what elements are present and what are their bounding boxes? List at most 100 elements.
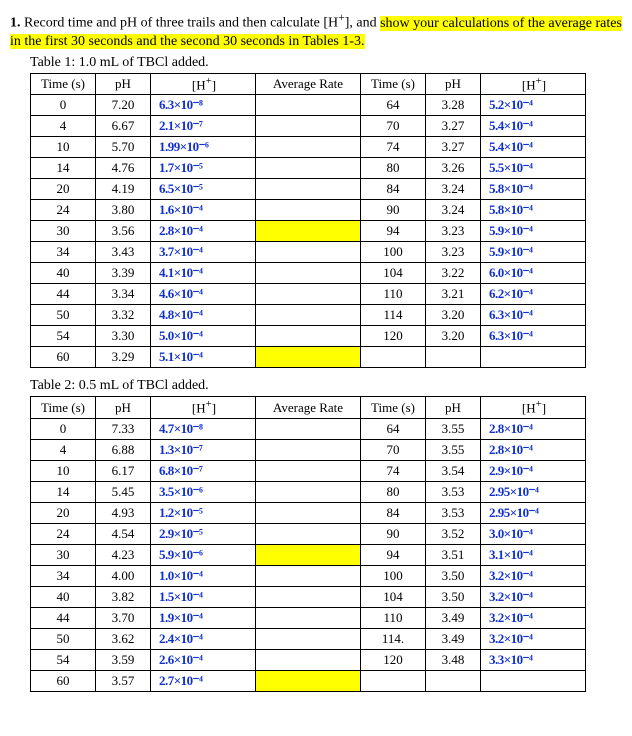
cell-ph: 3.70	[96, 607, 151, 628]
cell-time: 10	[31, 460, 96, 481]
cell-time: 90	[361, 200, 426, 221]
cell-time: 24	[31, 200, 96, 221]
cell-h-handwritten: 5.8×10⁻⁴	[481, 200, 586, 221]
cell-h-handwritten: 6.3×10⁻⁸	[151, 95, 256, 116]
cell-rate	[256, 347, 361, 368]
table-row: 403.821.5×10⁻⁴1043.503.2×10⁻⁴	[31, 586, 586, 607]
cell-h-handwritten: 6.5×10⁻⁵	[151, 179, 256, 200]
table1: Time (s) pH [H+] Average Rate Time (s) p…	[30, 73, 586, 368]
col-h: [H+]	[151, 397, 256, 418]
cell-h-handwritten: 3.2×10⁻⁴	[481, 586, 586, 607]
cell-time: 54	[31, 649, 96, 670]
cell-h-handwritten: 2.7×10⁻⁴	[151, 670, 256, 691]
cell-rate	[256, 544, 361, 565]
cell-ph: 3.59	[96, 649, 151, 670]
cell-ph: 3.50	[426, 586, 481, 607]
cell-rate	[256, 200, 361, 221]
cell-time: 30	[31, 221, 96, 242]
cell-time: 114	[361, 305, 426, 326]
table-row: 344.001.0×10⁻⁴1003.503.2×10⁻⁴	[31, 565, 586, 586]
cell-rate	[256, 242, 361, 263]
cell-h-handwritten: 2.8×10⁻⁴	[481, 418, 586, 439]
cell-h-handwritten: 1.99×10⁻⁶	[151, 137, 256, 158]
cell-h-handwritten: 3.0×10⁻⁴	[481, 523, 586, 544]
col-rate: Average Rate	[256, 74, 361, 95]
cell-h-handwritten: 5.1×10⁻⁴	[151, 347, 256, 368]
table-row: 503.622.4×10⁻⁴114.3.493.2×10⁻⁴	[31, 628, 586, 649]
cell-ph: 3.52	[426, 523, 481, 544]
cell-ph: 3.21	[426, 284, 481, 305]
cell-h-handwritten: 5.9×10⁻⁴	[481, 242, 586, 263]
cell-h-handwritten: 6.2×10⁻⁴	[481, 284, 586, 305]
cell-h-handwritten: 5.9×10⁻⁴	[481, 221, 586, 242]
cell-empty	[481, 670, 586, 691]
table-row: 243.801.6×10⁻⁴903.245.8×10⁻⁴	[31, 200, 586, 221]
cell-ph: 4.19	[96, 179, 151, 200]
table-row: 46.672.1×10⁻⁷703.275.4×10⁻⁴	[31, 116, 586, 137]
table-row: 145.453.5×10⁻⁶803.532.95×10⁻⁴	[31, 481, 586, 502]
cell-time: 110	[361, 607, 426, 628]
cell-h-handwritten: 3.5×10⁻⁶	[151, 481, 256, 502]
cell-rate	[256, 502, 361, 523]
table-row: 204.196.5×10⁻⁵843.245.8×10⁻⁴	[31, 179, 586, 200]
cell-ph: 3.55	[426, 418, 481, 439]
cell-time: 40	[31, 263, 96, 284]
col-time: Time (s)	[361, 74, 426, 95]
cell-h-handwritten: 3.2×10⁻⁴	[481, 607, 586, 628]
cell-ph: 3.20	[426, 326, 481, 347]
question-prompt: 1. Record time and pH of three trails an…	[10, 10, 622, 51]
cell-time: 20	[31, 179, 96, 200]
col-h: [H+]	[481, 397, 586, 418]
table-row: 403.394.1×10⁻⁴1043.226.0×10⁻⁴	[31, 263, 586, 284]
cell-h-handwritten: 3.2×10⁻⁴	[481, 565, 586, 586]
cell-rate	[256, 628, 361, 649]
cell-rate	[256, 95, 361, 116]
cell-rate	[256, 305, 361, 326]
cell-ph: 3.23	[426, 242, 481, 263]
cell-empty	[481, 347, 586, 368]
col-time: Time (s)	[361, 397, 426, 418]
col-rate: Average Rate	[256, 397, 361, 418]
cell-time: 44	[31, 607, 96, 628]
cell-ph: 3.49	[426, 628, 481, 649]
cell-h-handwritten: 5.4×10⁻⁴	[481, 137, 586, 158]
col-ph: pH	[96, 74, 151, 95]
cell-h-handwritten: 4.7×10⁻⁸	[151, 418, 256, 439]
table1-header: Time (s) pH [H+] Average Rate Time (s) p…	[31, 74, 586, 95]
question-number: 1.	[10, 16, 21, 31]
cell-h-handwritten: 5.4×10⁻⁴	[481, 116, 586, 137]
cell-time: 60	[31, 347, 96, 368]
cell-ph: 3.26	[426, 158, 481, 179]
cell-time: 114.	[361, 628, 426, 649]
cell-h-handwritten: 2.95×10⁻⁴	[481, 481, 586, 502]
cell-h-handwritten: 1.5×10⁻⁴	[151, 586, 256, 607]
cell-time: 120	[361, 326, 426, 347]
col-ph: pH	[96, 397, 151, 418]
cell-rate	[256, 137, 361, 158]
cell-ph: 3.53	[426, 502, 481, 523]
cell-h-handwritten: 5.8×10⁻⁴	[481, 179, 586, 200]
cell-time: 64	[361, 418, 426, 439]
cell-rate	[256, 263, 361, 284]
cell-rate	[256, 481, 361, 502]
cell-ph: 3.57	[96, 670, 151, 691]
table-row: 106.176.8×10⁻⁷743.542.9×10⁻⁴	[31, 460, 586, 481]
cell-ph: 3.34	[96, 284, 151, 305]
cell-h-handwritten: 1.0×10⁻⁴	[151, 565, 256, 586]
cell-time: 100	[361, 565, 426, 586]
col-ph: pH	[426, 74, 481, 95]
cell-rate	[256, 221, 361, 242]
cell-rate	[256, 439, 361, 460]
cell-h-handwritten: 1.6×10⁻⁴	[151, 200, 256, 221]
cell-h-handwritten: 6.8×10⁻⁷	[151, 460, 256, 481]
cell-time: 4	[31, 116, 96, 137]
table1-caption: Table 1: 1.0 mL of TBCl added.	[30, 55, 622, 71]
table-row: 303.562.8×10⁻⁴943.235.9×10⁻⁴	[31, 221, 586, 242]
cell-ph: 6.17	[96, 460, 151, 481]
col-h: [H+]	[481, 74, 586, 95]
cell-time: 0	[31, 418, 96, 439]
cell-time: 80	[361, 481, 426, 502]
cell-time: 14	[31, 158, 96, 179]
cell-rate	[256, 158, 361, 179]
cell-ph: 3.24	[426, 179, 481, 200]
